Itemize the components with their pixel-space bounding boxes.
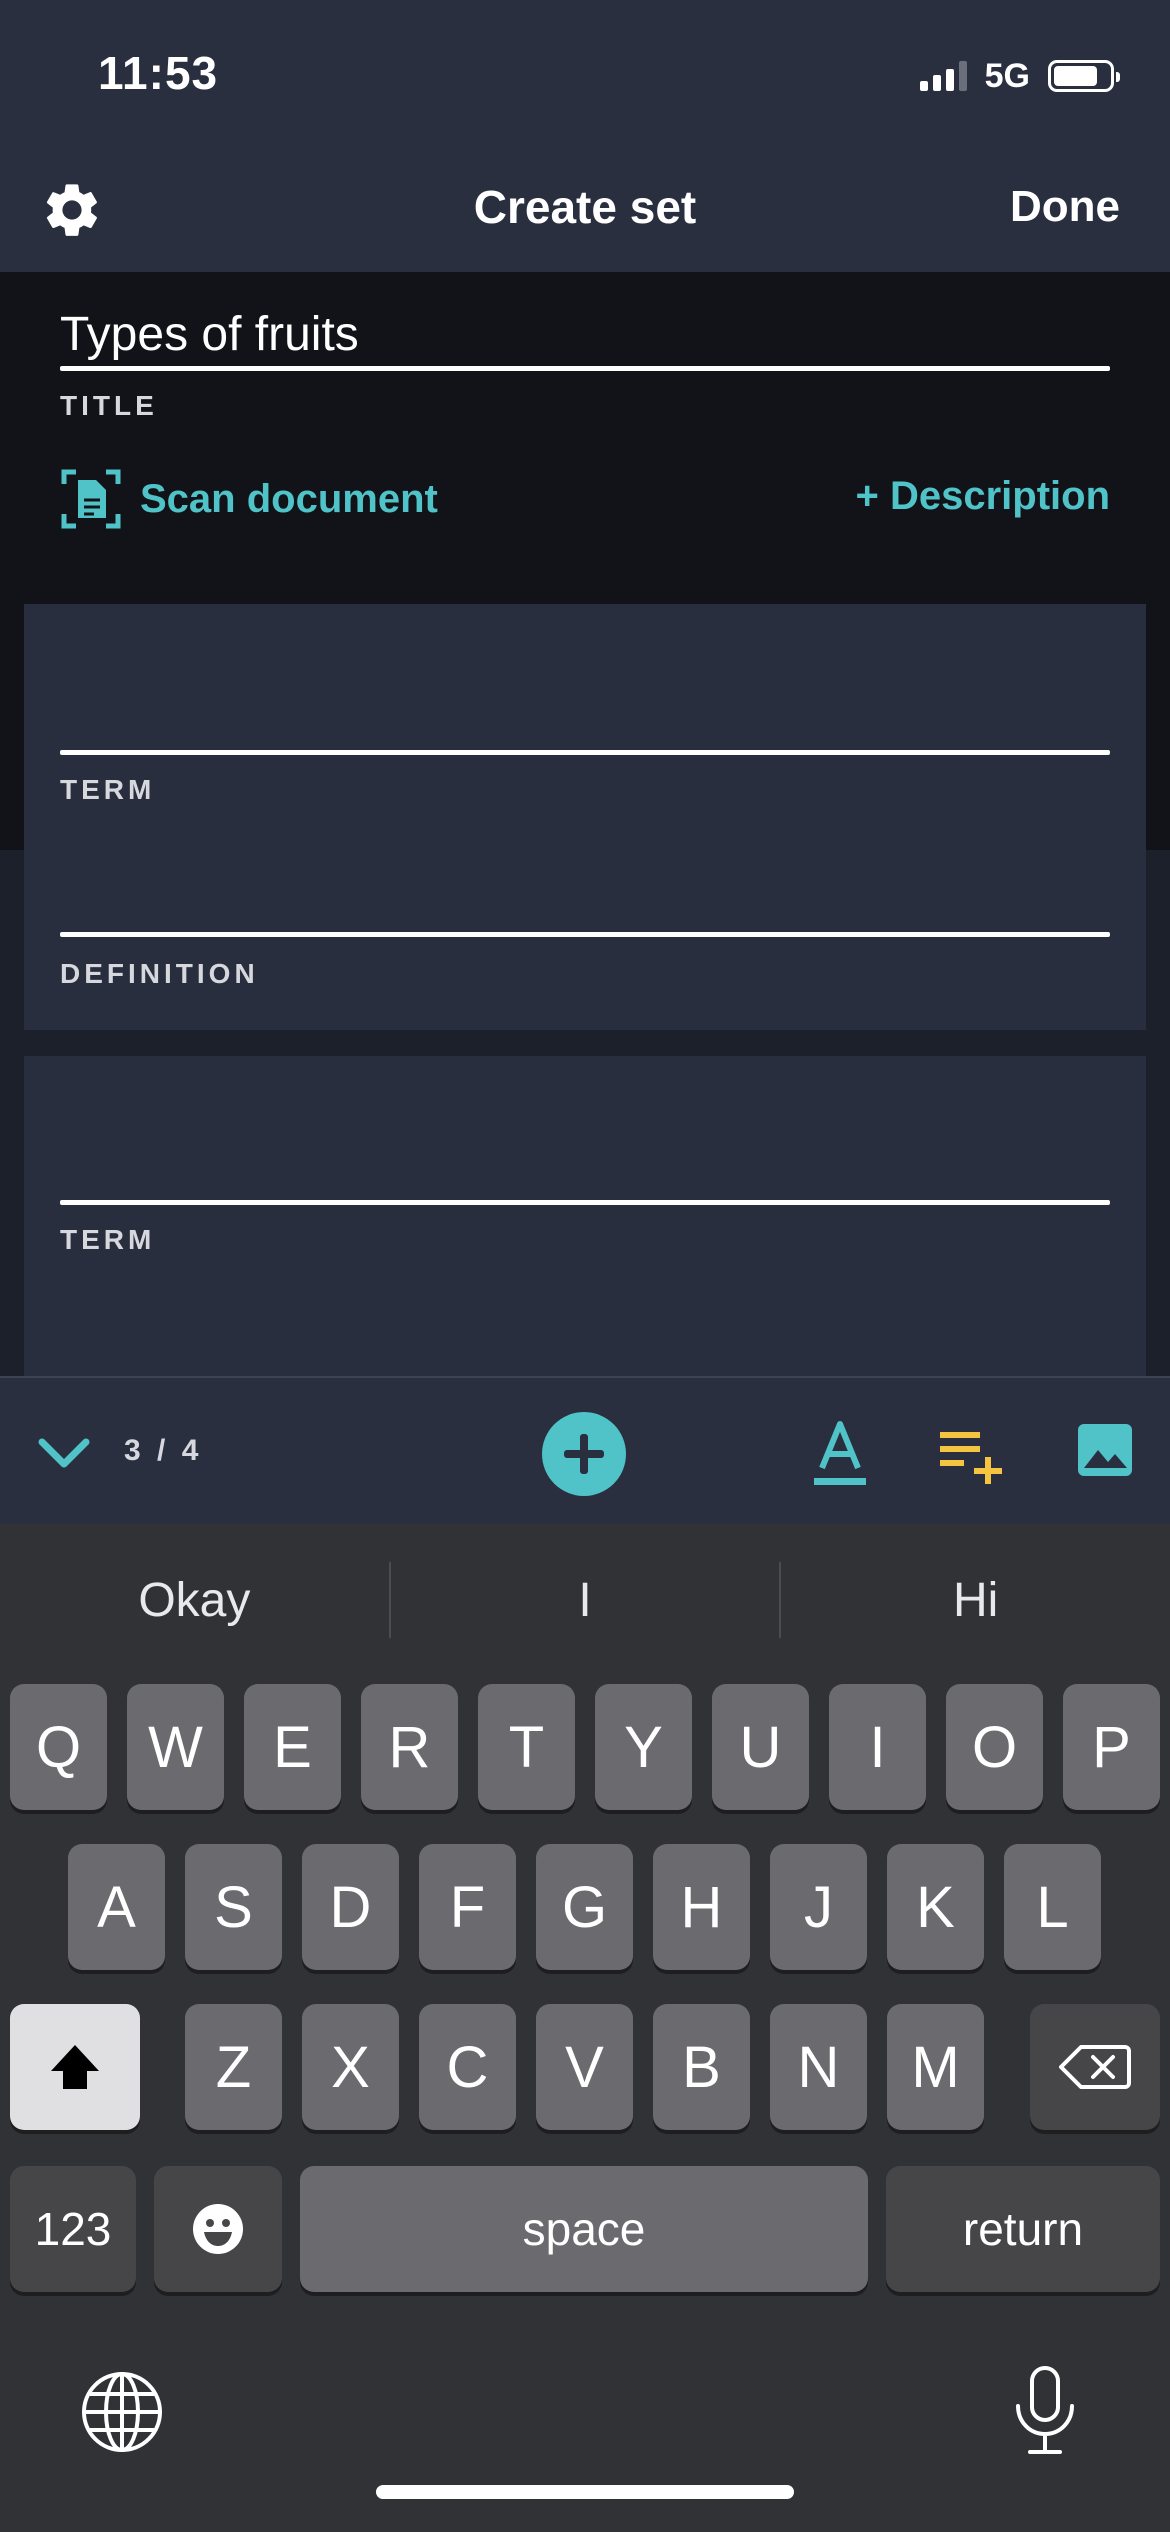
key-b[interactable]: B <box>653 2004 750 2130</box>
emoji-key[interactable] <box>154 2166 282 2292</box>
key-i[interactable]: I <box>829 1684 926 1810</box>
key-f[interactable]: F <box>419 1844 516 1970</box>
definition-input[interactable] <box>60 844 1110 934</box>
key-m[interactable]: M <box>887 2004 984 2130</box>
keyboard: Okay I Hi Q W E R T Y U I O P A S D F G … <box>0 1524 1170 2532</box>
signal-icon <box>919 61 967 91</box>
key-o[interactable]: O <box>946 1684 1043 1810</box>
term-underline <box>60 750 1110 755</box>
key-d[interactable]: D <box>302 1844 399 1970</box>
key-a[interactable]: A <box>68 1844 165 1970</box>
title-label: TITLE <box>60 390 158 421</box>
scan-document-label: Scan document <box>140 476 438 521</box>
key-p[interactable]: P <box>1063 1684 1160 1810</box>
scan-document-icon <box>61 469 121 529</box>
image-icon[interactable] <box>1076 1420 1134 1480</box>
card-counter: 3 / 4 <box>124 1434 203 1467</box>
space-key[interactable]: space <box>300 2166 868 2292</box>
key-x[interactable]: X <box>302 2004 399 2130</box>
suggestion-item[interactable]: I <box>391 1573 780 1628</box>
page-title: Create set <box>473 181 697 233</box>
key-s[interactable]: S <box>185 1844 282 1970</box>
key-z[interactable]: Z <box>185 2004 282 2130</box>
key-w[interactable]: W <box>127 1684 224 1810</box>
suggestion-bar: Okay I Hi <box>0 1524 1170 1676</box>
term-input[interactable] <box>60 1116 1110 1206</box>
key-v[interactable]: V <box>536 2004 633 2130</box>
done-button[interactable]: Done <box>1010 182 1120 232</box>
shift-icon <box>51 2045 99 2089</box>
status-indicators: 5G <box>919 56 1120 96</box>
term-card: TERM <box>24 1056 1146 1376</box>
key-n[interactable]: N <box>770 2004 867 2130</box>
editor-toolbar: 3 / 4 <box>0 1376 1170 1524</box>
network-type: 5G <box>984 56 1030 95</box>
term-input[interactable] <box>60 664 1110 754</box>
emoji-icon <box>193 2204 243 2254</box>
key-e[interactable]: E <box>244 1684 341 1810</box>
key-t[interactable]: T <box>478 1684 575 1810</box>
numbers-key[interactable]: 123 <box>10 2166 136 2292</box>
key-g[interactable]: G <box>536 1844 633 1970</box>
add-description-button[interactable]: + Description <box>855 474 1110 519</box>
add-list-icon[interactable] <box>940 1424 1004 1484</box>
top-bar: 11:53 5G Create set Done <box>0 0 1170 272</box>
key-y[interactable]: Y <box>595 1684 692 1810</box>
backspace-icon <box>1059 2045 1131 2089</box>
globe-icon[interactable] <box>80 2370 164 2454</box>
title-underline <box>60 366 1110 371</box>
key-c[interactable]: C <box>419 2004 516 2130</box>
key-k[interactable]: K <box>887 1844 984 1970</box>
suggestion-item[interactable]: Okay <box>0 1573 389 1628</box>
key-u[interactable]: U <box>712 1684 809 1810</box>
definition-label: DEFINITION <box>60 958 259 989</box>
term-label: TERM <box>60 1224 156 1255</box>
status-time: 11:53 <box>98 47 219 99</box>
key-r[interactable]: R <box>361 1684 458 1810</box>
title-input[interactable]: Types of fruits <box>60 294 1110 370</box>
add-card-button[interactable] <box>542 1412 626 1496</box>
home-indicator <box>376 2485 794 2499</box>
return-key[interactable]: return <box>886 2166 1160 2292</box>
key-l[interactable]: L <box>1004 1844 1101 1970</box>
suggestion-item[interactable]: Hi <box>781 1573 1170 1628</box>
shift-key[interactable] <box>10 2004 140 2130</box>
backspace-key[interactable] <box>1030 2004 1160 2130</box>
definition-underline <box>60 932 1110 937</box>
term-card: TERM DEFINITION <box>24 604 1146 1030</box>
term-label: TERM <box>60 774 156 805</box>
scan-document-button[interactable]: Scan document <box>60 468 438 530</box>
key-q[interactable]: Q <box>10 1684 107 1810</box>
text-format-icon[interactable] <box>812 1418 868 1488</box>
key-h[interactable]: H <box>653 1844 750 1970</box>
key-j[interactable]: J <box>770 1844 867 1970</box>
chevron-down-icon[interactable] <box>36 1424 92 1480</box>
term-underline <box>60 1200 1110 1205</box>
microphone-icon[interactable] <box>1010 2364 1080 2456</box>
battery-icon <box>1048 60 1120 92</box>
